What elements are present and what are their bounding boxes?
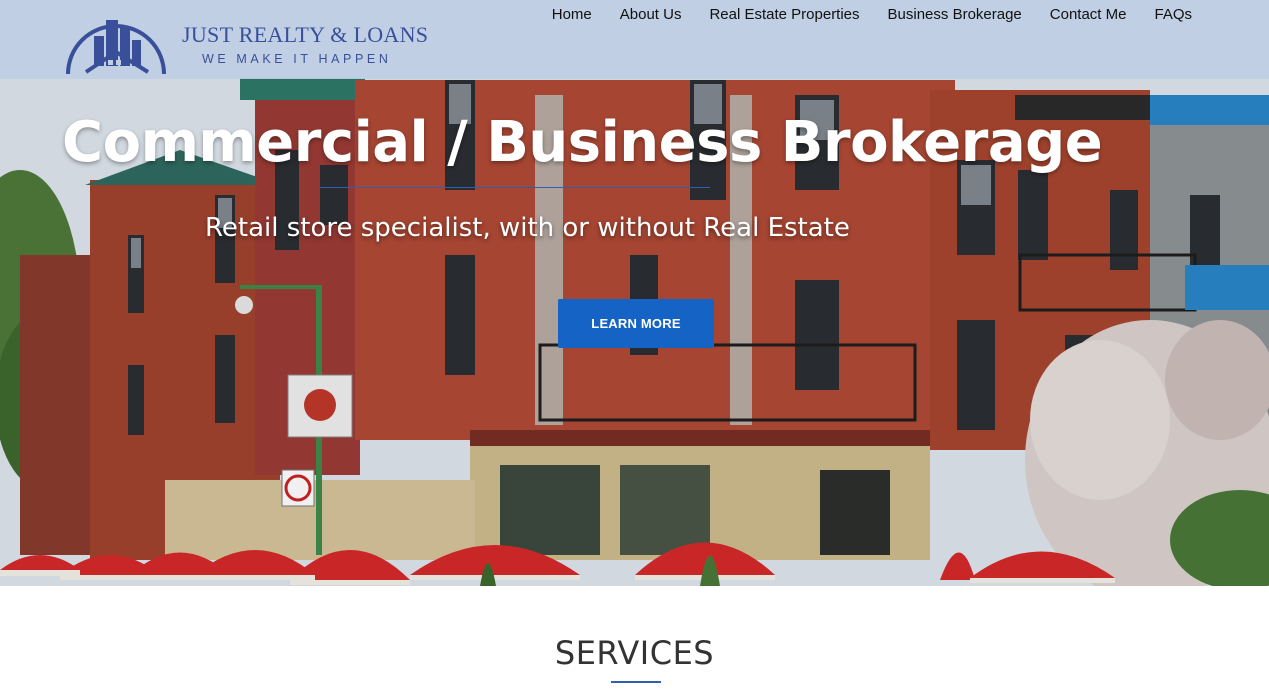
site-header: JUST REALTY & LOANS WE MAKE IT HAPPEN Ho…	[0, 0, 1269, 79]
hero-title: Commercial / Business Brokerage	[62, 110, 1103, 175]
hero-background-image	[0, 0, 1269, 586]
house-skyline-icon	[66, 20, 166, 75]
logo-name: JUST REALTY & LOANS	[182, 22, 429, 47]
hero-section: Commercial / Business Brokerage Retail s…	[0, 0, 1269, 586]
services-heading: SERVICES	[554, 634, 715, 672]
nav-real-estate-properties[interactable]: Real Estate Properties	[695, 6, 873, 24]
nav-business-brokerage[interactable]: Business Brokerage	[874, 6, 1036, 24]
logo-tagline: WE MAKE IT HAPPEN	[202, 52, 392, 66]
nav-faqs[interactable]: FAQs	[1140, 6, 1192, 24]
main-nav: Home About Us Real Estate Properties Bus…	[538, 6, 1192, 24]
learn-more-button[interactable]: LEARN MORE	[558, 299, 714, 348]
nav-contact-me[interactable]: Contact Me	[1036, 6, 1141, 24]
nav-about-us[interactable]: About Us	[606, 6, 696, 24]
site-logo[interactable]: JUST REALTY & LOANS WE MAKE IT HAPPEN	[64, 2, 434, 76]
hero-subtitle: Retail store specialist, with or without…	[205, 213, 850, 243]
nav-home[interactable]: Home	[538, 6, 606, 24]
services-divider	[611, 681, 661, 683]
hero-title-divider	[320, 187, 710, 188]
